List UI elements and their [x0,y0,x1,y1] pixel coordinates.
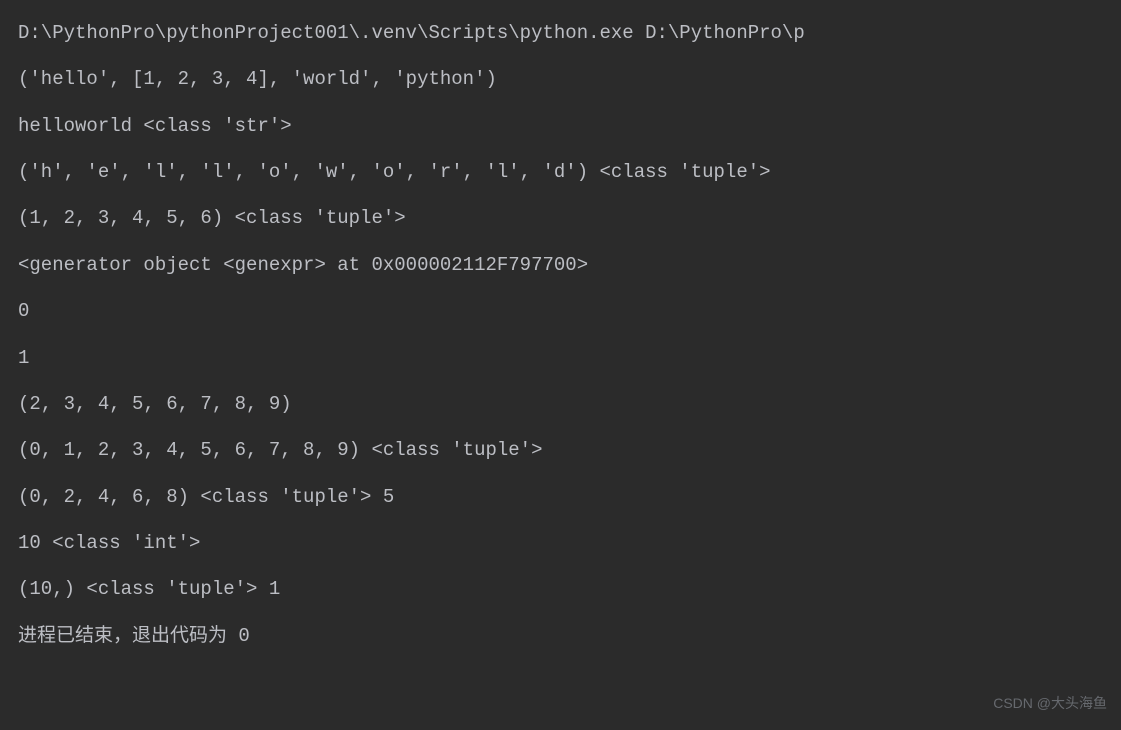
watermark: CSDN @大头海鱼 [993,686,1107,720]
console-line: (10,) <class 'tuple'> 1 [18,566,1121,612]
console-output: D:\PythonPro\pythonProject001\.venv\Scri… [18,10,1121,659]
console-line: 进程已结束，退出代码为 0 [18,613,1121,659]
console-line: ('hello', [1, 2, 3, 4], 'world', 'python… [18,56,1121,102]
console-line: (1, 2, 3, 4, 5, 6) <class 'tuple'> [18,195,1121,241]
console-line: (0, 1, 2, 3, 4, 5, 6, 7, 8, 9) <class 't… [18,427,1121,473]
console-line: helloworld <class 'str'> [18,103,1121,149]
console-line: 10 <class 'int'> [18,520,1121,566]
console-line: ('h', 'e', 'l', 'l', 'o', 'w', 'o', 'r',… [18,149,1121,195]
console-line: D:\PythonPro\pythonProject001\.venv\Scri… [18,10,1121,56]
console-line: 0 [18,288,1121,334]
console-line: (2, 3, 4, 5, 6, 7, 8, 9) [18,381,1121,427]
console-line: <generator object <genexpr> at 0x0000021… [18,242,1121,288]
console-line: 1 [18,335,1121,381]
console-line: (0, 2, 4, 6, 8) <class 'tuple'> 5 [18,474,1121,520]
